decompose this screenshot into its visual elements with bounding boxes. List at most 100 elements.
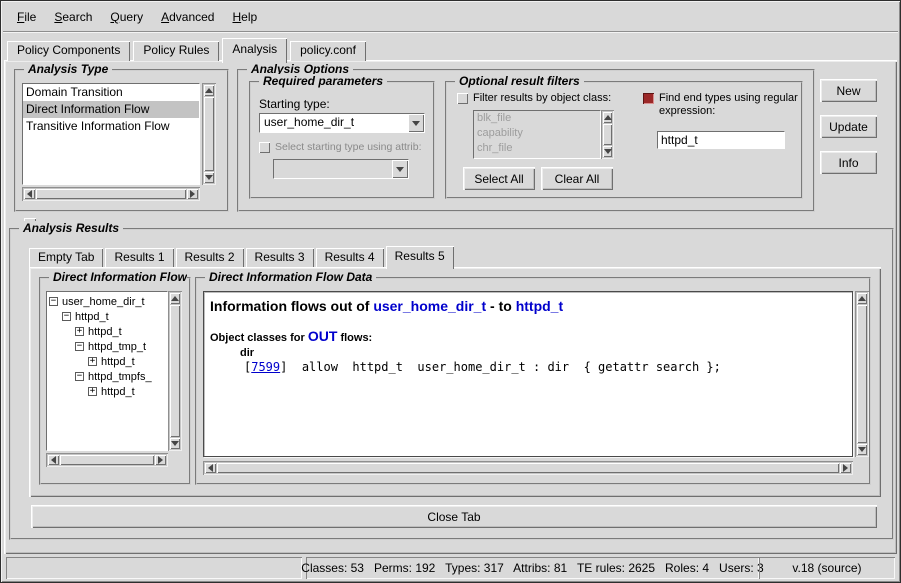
- update-button[interactable]: Update: [820, 115, 877, 138]
- tree-node[interactable]: + httpd_t: [47, 354, 167, 369]
- expand-icon[interactable]: +: [88, 387, 97, 396]
- regex-checkbox[interactable]: Find end types using regular expression:: [643, 92, 799, 118]
- expand-icon[interactable]: +: [75, 327, 84, 336]
- analysis-type-group: Analysis Type Domain Transition Direct I…: [14, 69, 229, 212]
- select-all-button[interactable]: Select All: [463, 167, 535, 190]
- object-class-name: dir: [240, 347, 846, 359]
- tree-node[interactable]: − user_home_dir_t: [47, 294, 167, 309]
- optional-filters-group: Optional result filters Filter results b…: [445, 81, 803, 199]
- checkbox-icon: [259, 142, 270, 153]
- tab-results-1[interactable]: Results 1: [105, 248, 173, 267]
- rule-number-link[interactable]: 7599: [251, 360, 280, 374]
- menu-help[interactable]: Help: [223, 7, 266, 27]
- flow-tree-vscroll[interactable]: [168, 291, 182, 451]
- allow-rule-line: [7599] allow httpd_t user_home_dir_t : d…: [244, 360, 846, 374]
- tree-node-label[interactable]: httpd_t: [74, 311, 110, 323]
- analysis-options-group: Analysis Options Required parameters Sta…: [237, 69, 815, 212]
- analysis-tab-panel: Analysis Type Domain Transition Direct I…: [4, 60, 897, 554]
- scroll-down-icon[interactable]: [204, 172, 214, 183]
- collapse-icon[interactable]: −: [49, 297, 58, 306]
- tab-results-4[interactable]: Results 4: [316, 248, 384, 267]
- tab-results-5[interactable]: Results 5: [386, 246, 454, 269]
- flow-data-vscroll[interactable]: [855, 291, 869, 457]
- policy-stats: Classes: 53 Perms: 192 Types: 317 Attrib…: [301, 561, 763, 575]
- status-cell-stats: Classes: 53 Perms: 192 Types: 317 Attrib…: [306, 557, 759, 579]
- tab-policy-rules[interactable]: Policy Rules: [133, 41, 219, 61]
- tree-node-label[interactable]: httpd_t: [87, 326, 123, 338]
- object-class-item: capability: [474, 126, 600, 141]
- analysis-type-item-transitive-information-flow[interactable]: Transitive Information Flow: [23, 118, 199, 135]
- flow-data-hscroll[interactable]: [203, 461, 853, 475]
- scroll-up-icon[interactable]: [857, 293, 867, 304]
- collapse-icon[interactable]: −: [75, 372, 84, 381]
- tree-node[interactable]: − httpd_tmp_t: [47, 339, 167, 354]
- object-class-item: chr_file: [474, 141, 600, 156]
- scroll-right-icon[interactable]: [187, 189, 198, 199]
- scroll-right-icon[interactable]: [840, 463, 851, 473]
- close-tab-button[interactable]: Close Tab: [31, 505, 877, 528]
- starting-type-value: user_home_dir_t: [260, 114, 408, 132]
- flow-tree[interactable]: − user_home_dir_t − httpd_t + httpd_t: [46, 291, 168, 451]
- info-button[interactable]: Info: [820, 151, 877, 174]
- tree-node-label[interactable]: user_home_dir_t: [61, 296, 146, 308]
- new-button[interactable]: New: [820, 79, 877, 102]
- flow-data-text[interactable]: Information flows out of user_home_dir_t…: [203, 291, 853, 457]
- tab-results-3[interactable]: Results 3: [246, 248, 314, 267]
- collapse-icon[interactable]: −: [62, 312, 71, 321]
- expand-icon[interactable]: +: [88, 357, 97, 366]
- scroll-thumb[interactable]: [36, 189, 186, 199]
- scroll-thumb[interactable]: [60, 455, 154, 465]
- tab-policy-components[interactable]: Policy Components: [7, 41, 130, 61]
- menu-query[interactable]: Query: [101, 7, 152, 27]
- starting-type-combo[interactable]: user_home_dir_t: [259, 113, 425, 133]
- tree-node[interactable]: − httpd_tmpfs_: [47, 369, 167, 384]
- tab-analysis[interactable]: Analysis: [222, 38, 287, 63]
- flow-tree-title: Direct Information Flow T: [49, 270, 187, 284]
- analysis-type-hscroll[interactable]: [22, 187, 200, 201]
- regex-input[interactable]: [657, 131, 785, 149]
- scroll-thumb[interactable]: [204, 97, 214, 171]
- scroll-left-icon[interactable]: [205, 463, 216, 473]
- tree-node-label[interactable]: httpd_tmp_t: [87, 341, 147, 353]
- menu-advanced[interactable]: Advanced: [152, 7, 223, 27]
- flow-tree-hscroll[interactable]: [46, 453, 168, 467]
- scroll-down-icon[interactable]: [170, 438, 180, 449]
- scroll-down-icon[interactable]: [857, 444, 867, 455]
- flow-heading: Information flows out of user_home_dir_t…: [210, 298, 846, 314]
- scroll-right-icon[interactable]: [155, 455, 166, 465]
- flow-tree-group: Direct Information Flow T − user_home_di…: [39, 277, 191, 485]
- menu-search[interactable]: Search: [45, 7, 101, 27]
- tree-node[interactable]: − httpd_t: [47, 309, 167, 324]
- status-cell-version: v.18 (source): [759, 557, 895, 579]
- scroll-up-icon[interactable]: [170, 293, 180, 304]
- tree-node[interactable]: + httpd_t: [47, 384, 167, 399]
- scroll-up-icon[interactable]: [204, 85, 214, 96]
- combo-arrow-icon[interactable]: [408, 114, 424, 132]
- scroll-left-icon[interactable]: [24, 189, 35, 199]
- scroll-thumb[interactable]: [217, 463, 839, 473]
- tab-empty-tab[interactable]: Empty Tab: [29, 248, 103, 267]
- analysis-type-listbox[interactable]: Domain Transition Direct Information Flo…: [22, 83, 200, 185]
- heading-prefix: Information flows out of: [210, 298, 373, 314]
- tab-policy-conf[interactable]: policy.conf: [290, 41, 366, 61]
- heading-connector: - to: [486, 298, 516, 314]
- collapse-icon[interactable]: −: [75, 342, 84, 351]
- tree-node-label[interactable]: httpd_tmpfs_: [87, 371, 153, 383]
- attrib-combo-value: [274, 160, 392, 178]
- tree-node[interactable]: + httpd_t: [47, 324, 167, 339]
- scroll-thumb[interactable]: [170, 305, 180, 437]
- menu-file[interactable]: File: [8, 7, 45, 27]
- filter-by-object-class-checkbox[interactable]: Filter results by object class:: [457, 92, 611, 105]
- analysis-type-item-direct-information-flow[interactable]: Direct Information Flow: [23, 101, 199, 118]
- analysis-type-item-domain-transition[interactable]: Domain Transition: [23, 84, 199, 101]
- main-tab-bar: Policy Components Policy Rules Analysis …: [7, 37, 369, 61]
- attrib-checkbox: Select starting type using attrib:: [259, 141, 431, 154]
- analysis-type-vscroll[interactable]: [202, 83, 216, 185]
- scroll-thumb[interactable]: [857, 305, 867, 443]
- tree-node-label[interactable]: httpd_t: [100, 386, 136, 398]
- clear-all-button[interactable]: Clear All: [541, 167, 613, 190]
- tab-results-2[interactable]: Results 2: [176, 248, 244, 267]
- checkbox-checked-icon: [643, 93, 654, 104]
- tree-node-label[interactable]: httpd_t: [100, 356, 136, 368]
- scroll-left-icon[interactable]: [48, 455, 59, 465]
